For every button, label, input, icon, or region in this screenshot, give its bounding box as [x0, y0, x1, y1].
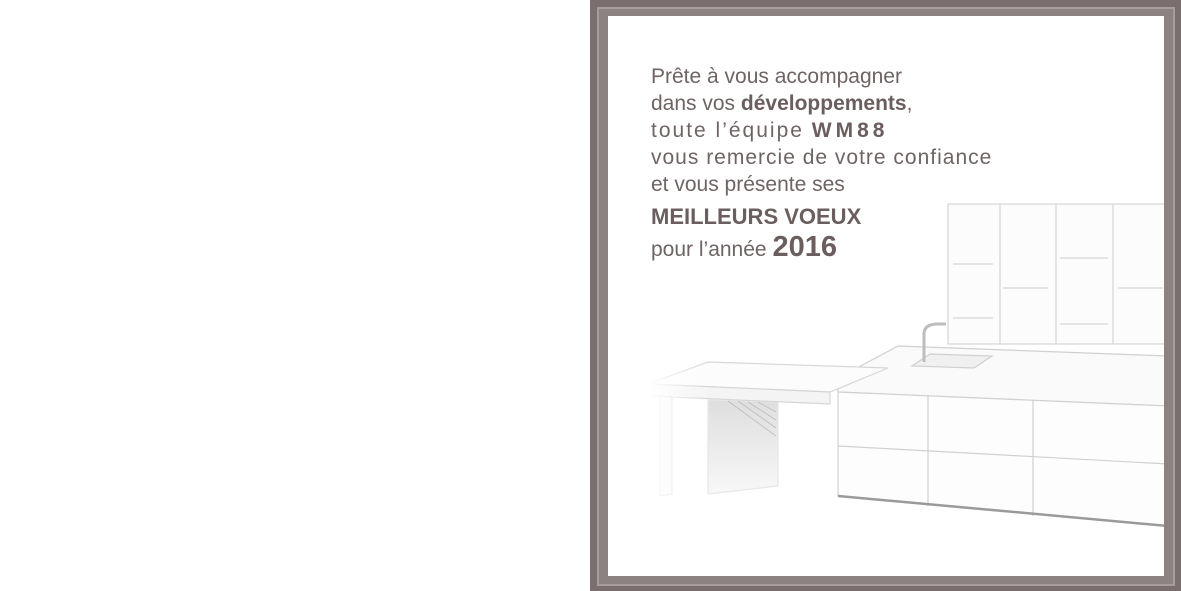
greeting-message: Prête à vous accompagner dans vos dévelo…	[651, 63, 992, 263]
line3-prefix: toute l’équipe	[651, 119, 812, 142]
message-line-5: et vous présente ses	[651, 173, 845, 196]
message-line-4: vous remercie de votre confiance	[651, 146, 993, 169]
message-line-2: dans vos développements,	[651, 90, 992, 117]
year: 2016	[772, 231, 837, 263]
greeting-card-spread: Prête à vous accompagner dans vos dévelo…	[0, 0, 1181, 591]
line2-prefix: dans vos	[651, 92, 741, 115]
card-frame: Prête à vous accompagner dans vos dévelo…	[590, 0, 1181, 591]
line2-bold: développements	[740, 92, 907, 115]
company-name: WM88	[811, 119, 889, 142]
message-line-7: pour l’année 2016	[651, 231, 992, 263]
best-wishes-heading: MEILLEURS VOEUX	[651, 204, 862, 229]
greeting-card: Prête à vous accompagner dans vos dévelo…	[608, 16, 1164, 576]
message-line-1: Prête à vous accompagner	[651, 65, 902, 88]
line2-suffix: ,	[906, 92, 913, 115]
line7-prefix: pour l’année	[651, 238, 773, 261]
blank-left-page	[0, 0, 590, 591]
message-line-3: toute l’équipe WM88	[651, 117, 992, 144]
